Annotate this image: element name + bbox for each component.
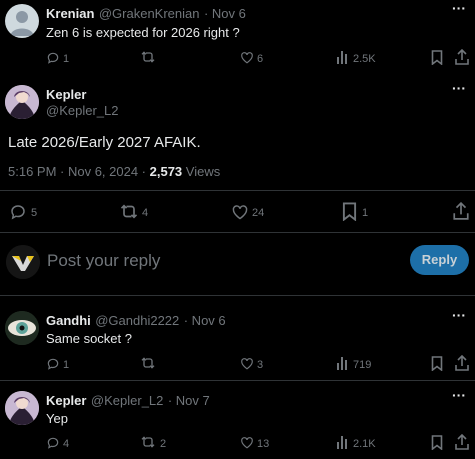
- author-name[interactable]: Krenian: [46, 6, 94, 21]
- divider: [0, 190, 475, 191]
- views-count: 2,573: [149, 164, 183, 179]
- author-handle[interactable]: @Gandhi2222: [95, 313, 179, 328]
- author-handle[interactable]: @Kepler_L2: [91, 393, 163, 408]
- more-options-icon[interactable]: ···: [452, 80, 466, 96]
- view-count: 2.1K: [353, 438, 376, 450]
- divider: [0, 295, 475, 296]
- divider: [0, 380, 475, 381]
- retweet-count: 4: [142, 207, 149, 219]
- retweet-count: 2: [160, 438, 167, 450]
- bookmark-icon[interactable]: [431, 50, 443, 65]
- author-handle[interactable]: @Kepler_L2: [46, 103, 118, 118]
- author-name[interactable]: Kepler: [46, 87, 86, 102]
- share-icon[interactable]: [453, 202, 469, 220]
- reply-button[interactable]: Reply: [410, 245, 469, 275]
- like-icon[interactable]: [240, 51, 254, 64]
- avatar[interactable]: [5, 85, 39, 119]
- author-name[interactable]: Kepler: [46, 393, 86, 408]
- views-icon[interactable]: [337, 436, 350, 449]
- bookmark-icon[interactable]: [431, 435, 443, 450]
- bookmark-icon[interactable]: [342, 202, 357, 221]
- bookmark-count: 1: [362, 207, 369, 219]
- avatar[interactable]: [5, 311, 39, 345]
- post-time: 5:16 PM · Nov 6, 2024 ·: [8, 164, 150, 179]
- like-count: 24: [252, 207, 265, 219]
- view-count: 2.5K: [353, 53, 376, 65]
- tweet-text: Yep: [46, 411, 68, 426]
- post-date[interactable]: · Nov 6: [184, 313, 226, 328]
- tweet-text: Late 2026/Early 2027 AFAIK.: [8, 134, 201, 151]
- more-options-icon[interactable]: ···: [452, 387, 466, 403]
- like-icon[interactable]: [240, 436, 254, 449]
- reply-input[interactable]: Post your reply: [47, 251, 160, 271]
- view-count: 719: [353, 359, 372, 371]
- post-date[interactable]: · Nov 7: [168, 393, 210, 408]
- more-options-icon[interactable]: ···: [452, 0, 466, 16]
- views-icon[interactable]: [337, 51, 350, 64]
- divider: [0, 232, 475, 233]
- post-date[interactable]: · Nov 6: [204, 6, 246, 21]
- like-count: 3: [257, 359, 264, 371]
- more-options-icon[interactable]: ···: [452, 307, 466, 323]
- reply-count: 4: [63, 438, 70, 450]
- retweet-icon[interactable]: [140, 356, 156, 370]
- share-icon[interactable]: [455, 49, 469, 65]
- avatar[interactable]: [5, 391, 39, 425]
- tweet-text: Zen 6 is expected for 2026 right ?: [46, 25, 240, 40]
- reply-count: 1: [63, 359, 70, 371]
- author-name[interactable]: Gandhi: [46, 313, 91, 328]
- like-count: 6: [257, 53, 264, 65]
- like-count: 13: [257, 438, 270, 450]
- reply-icon[interactable]: [46, 51, 60, 65]
- user-avatar[interactable]: [6, 245, 40, 279]
- author-handle[interactable]: @GrakenKrenian: [99, 6, 200, 21]
- like-icon[interactable]: [231, 204, 249, 220]
- retweet-icon[interactable]: [140, 50, 156, 64]
- share-icon[interactable]: [455, 355, 469, 371]
- reply-icon[interactable]: [46, 436, 60, 450]
- views-icon[interactable]: [337, 357, 350, 370]
- reply-count: 5: [31, 207, 38, 219]
- retweet-icon[interactable]: [119, 203, 139, 220]
- retweet-icon[interactable]: [140, 435, 156, 449]
- bookmark-icon[interactable]: [431, 356, 443, 371]
- tweet-text: Same socket ?: [46, 331, 132, 346]
- reply-icon[interactable]: [46, 357, 60, 371]
- reply-count: 1: [63, 53, 70, 65]
- reply-icon[interactable]: [9, 203, 27, 221]
- avatar[interactable]: [5, 4, 39, 38]
- share-icon[interactable]: [455, 434, 469, 450]
- post-timestamp[interactable]: 5:16 PM · Nov 6, 2024 · 2,573 Views: [8, 164, 220, 179]
- like-icon[interactable]: [240, 357, 254, 370]
- views-label: Views: [182, 164, 221, 179]
